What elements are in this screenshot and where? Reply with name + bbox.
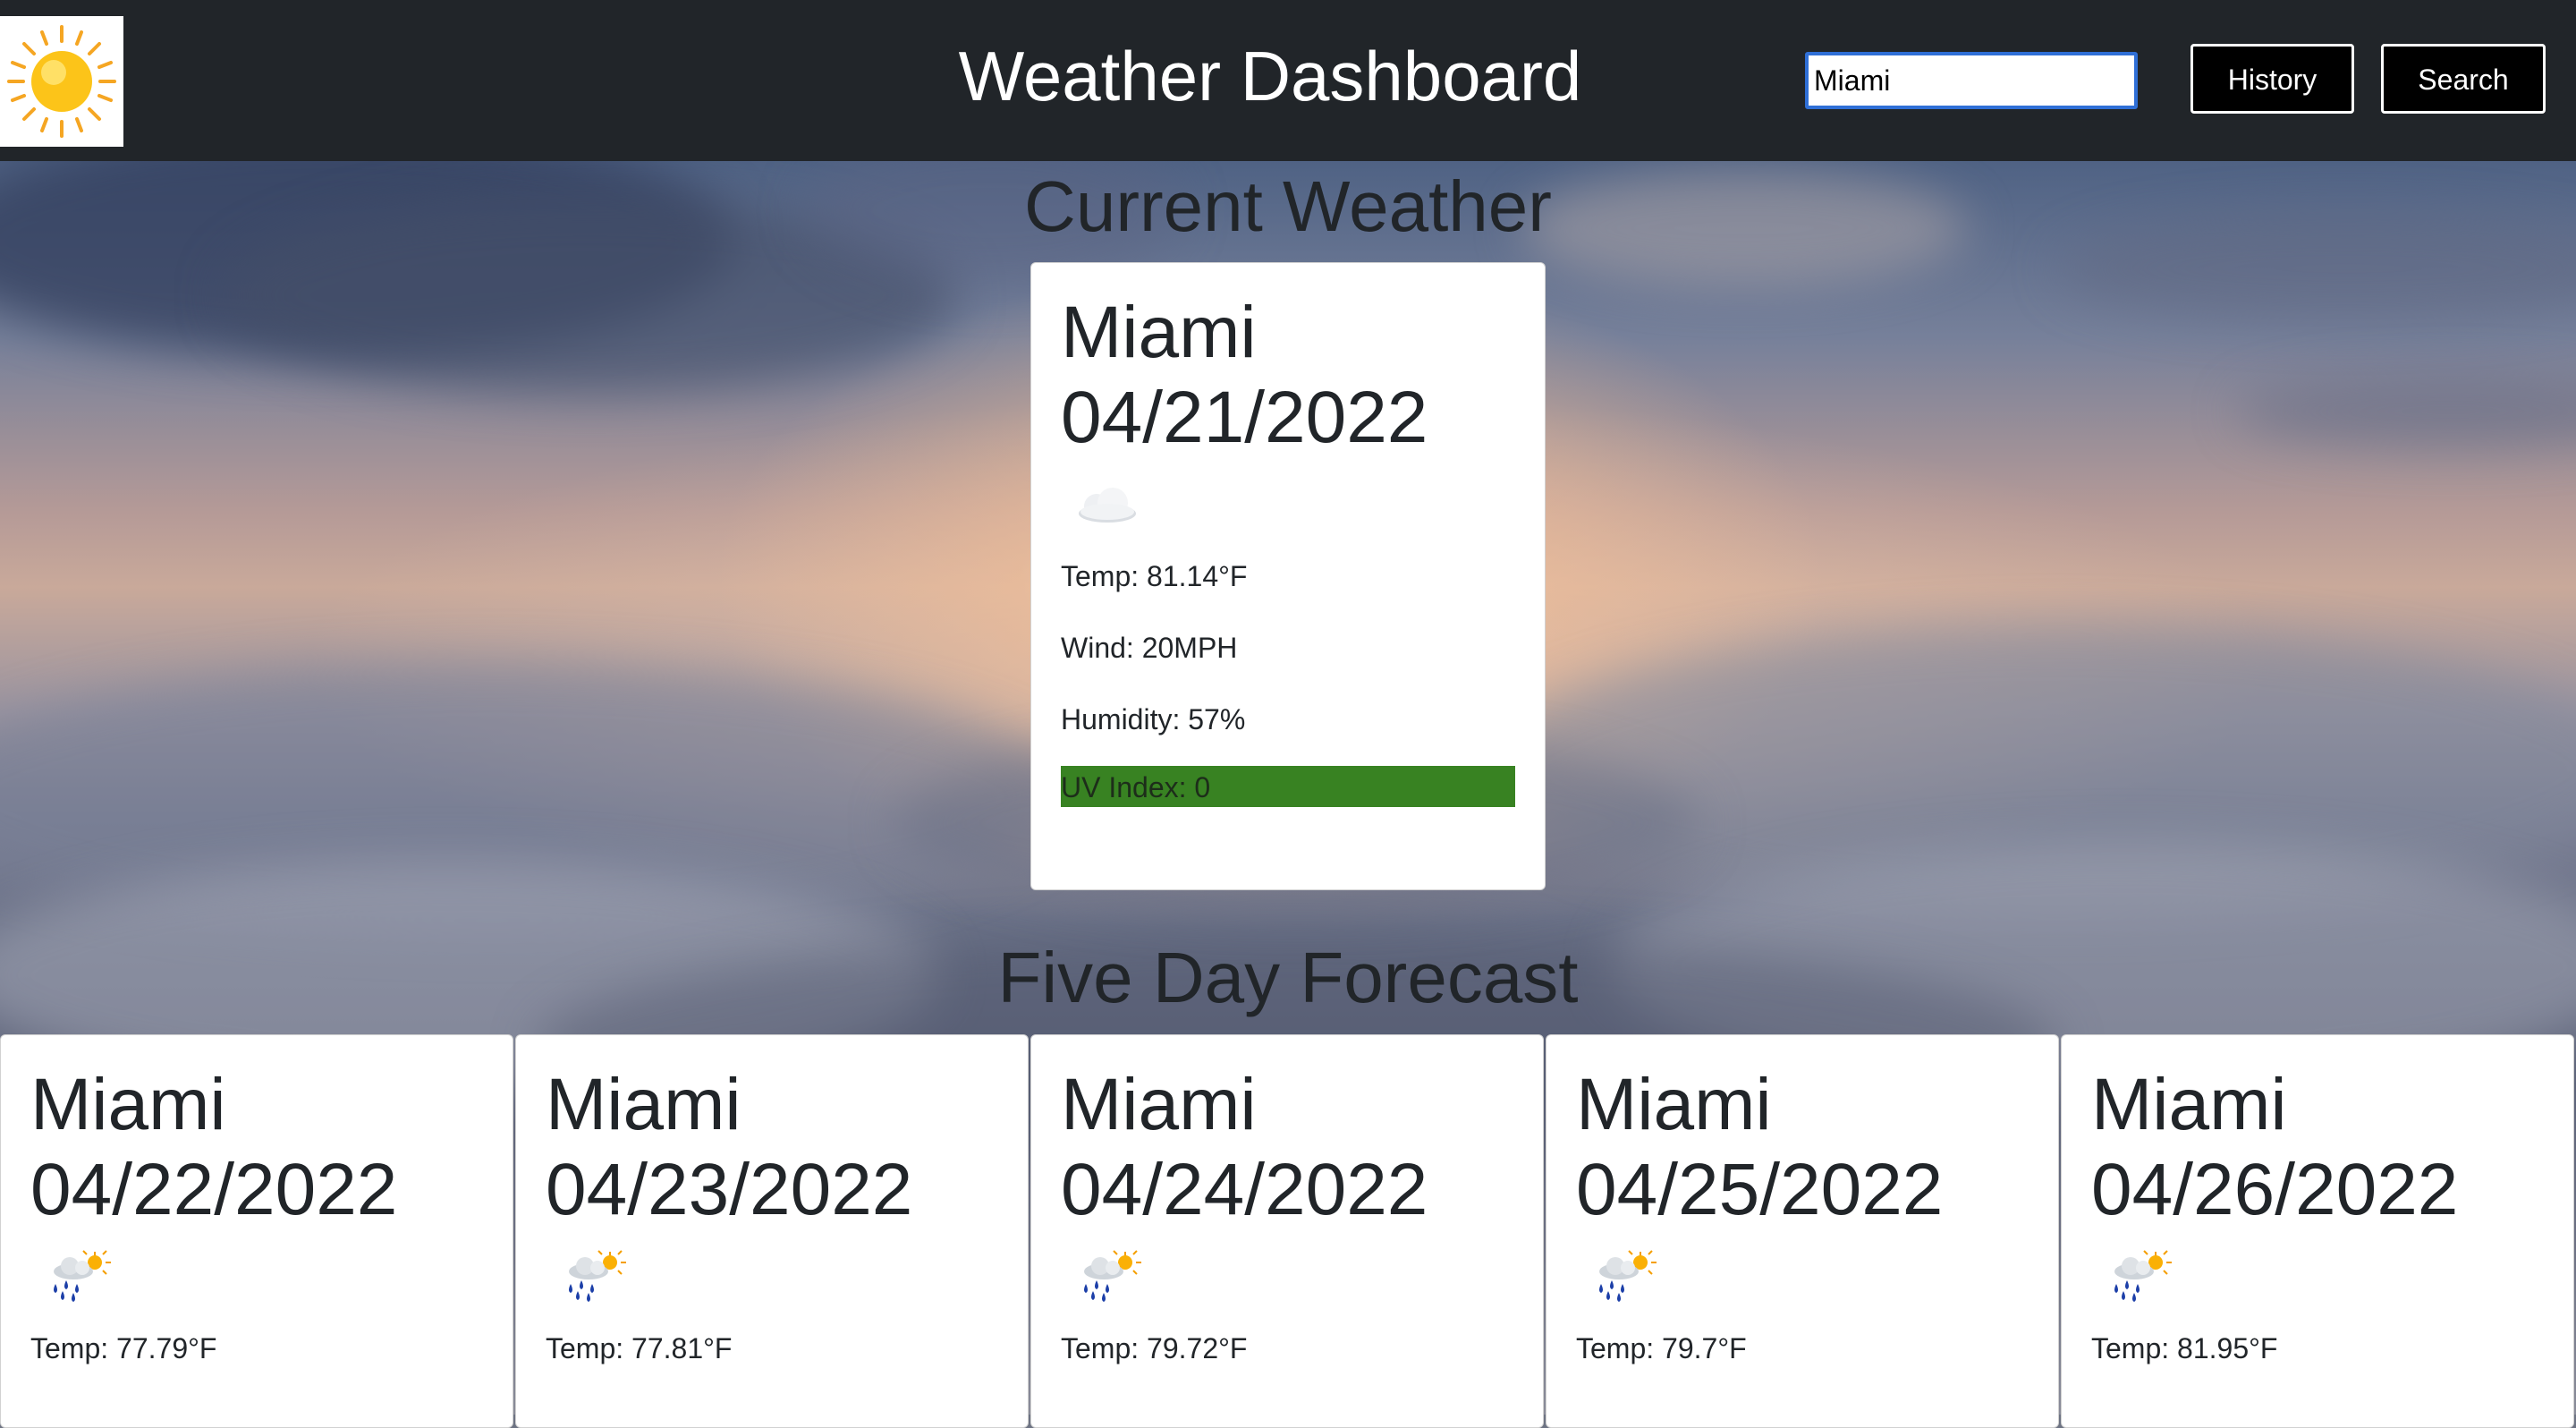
- search-button[interactable]: Search: [2381, 44, 2546, 114]
- date: 04/26/2022: [2091, 1149, 2459, 1230]
- temperature: Temp: 77.79°F: [30, 1332, 217, 1364]
- humidity: Humidity: 57%: [1061, 703, 1246, 735]
- rain-sun-icon: [1599, 1250, 1657, 1302]
- date: 04/21/2022: [1061, 377, 1428, 458]
- card-title: Miami 04/22/2022: [30, 1062, 483, 1232]
- forecast-card: Miami 04/25/2022 Temp: 79.7°F: [1546, 1034, 2059, 1428]
- forecast-card: Miami 04/22/2022 Temp: 77.79°F: [0, 1034, 513, 1428]
- city-name: Miami: [1576, 1064, 1772, 1145]
- forecast-card: Miami 04/26/2022 Temp: 81.95°F: [2061, 1034, 2574, 1428]
- date: 04/23/2022: [546, 1149, 913, 1230]
- date: 04/24/2022: [1061, 1149, 1428, 1230]
- logo: [0, 16, 123, 147]
- card-title: Miami 04/21/2022: [1061, 290, 1515, 460]
- rain-sun-icon: [2114, 1250, 2172, 1302]
- cloud-icon: [1079, 488, 1136, 523]
- rain-sun-icon: [54, 1250, 111, 1302]
- app-title: Weather Dashboard: [958, 37, 1582, 115]
- city-name: Miami: [1061, 1064, 1257, 1145]
- sun-icon: [7, 25, 116, 138]
- date: 04/25/2022: [1576, 1149, 1944, 1230]
- city-name: Miami: [30, 1064, 226, 1145]
- temperature: Temp: 77.81°F: [546, 1332, 733, 1364]
- wind-speed: Wind: 20MPH: [1061, 632, 1238, 664]
- city-name: Miami: [1061, 292, 1257, 373]
- date: 04/22/2022: [30, 1149, 398, 1230]
- forecast-card: Miami 04/23/2022 Temp: 77.81°F: [515, 1034, 1029, 1428]
- forecast-card: Miami 04/24/2022 Temp: 79.72°F: [1030, 1034, 1544, 1428]
- temperature: Temp: 81.95°F: [2091, 1332, 2278, 1364]
- card-title: Miami 04/25/2022: [1576, 1062, 2029, 1232]
- temperature: Temp: 81.14°F: [1061, 560, 1248, 592]
- history-button[interactable]: History: [2190, 44, 2354, 114]
- city-search-input[interactable]: [1805, 52, 2138, 109]
- city-name: Miami: [546, 1064, 741, 1145]
- current-weather-heading: Current Weather: [1024, 166, 1552, 246]
- navbar: Weather Dashboard History Search: [0, 0, 2576, 161]
- city-name: Miami: [2091, 1064, 2287, 1145]
- card-title: Miami 04/23/2022: [546, 1062, 998, 1232]
- rain-sun-icon: [569, 1250, 626, 1302]
- current-weather-card: Miami 04/21/2022 Temp: 81.14°F Wind: 20M…: [1030, 262, 1546, 890]
- temperature: Temp: 79.72°F: [1061, 1332, 1248, 1364]
- card-title: Miami 04/24/2022: [1061, 1062, 1513, 1232]
- temperature: Temp: 79.7°F: [1576, 1332, 1747, 1364]
- card-title: Miami 04/26/2022: [2091, 1062, 2544, 1232]
- forecast-heading: Five Day Forecast: [997, 938, 1579, 1017]
- rain-sun-icon: [1084, 1250, 1141, 1302]
- uv-index-badge: UV Index: 0: [1061, 766, 1515, 807]
